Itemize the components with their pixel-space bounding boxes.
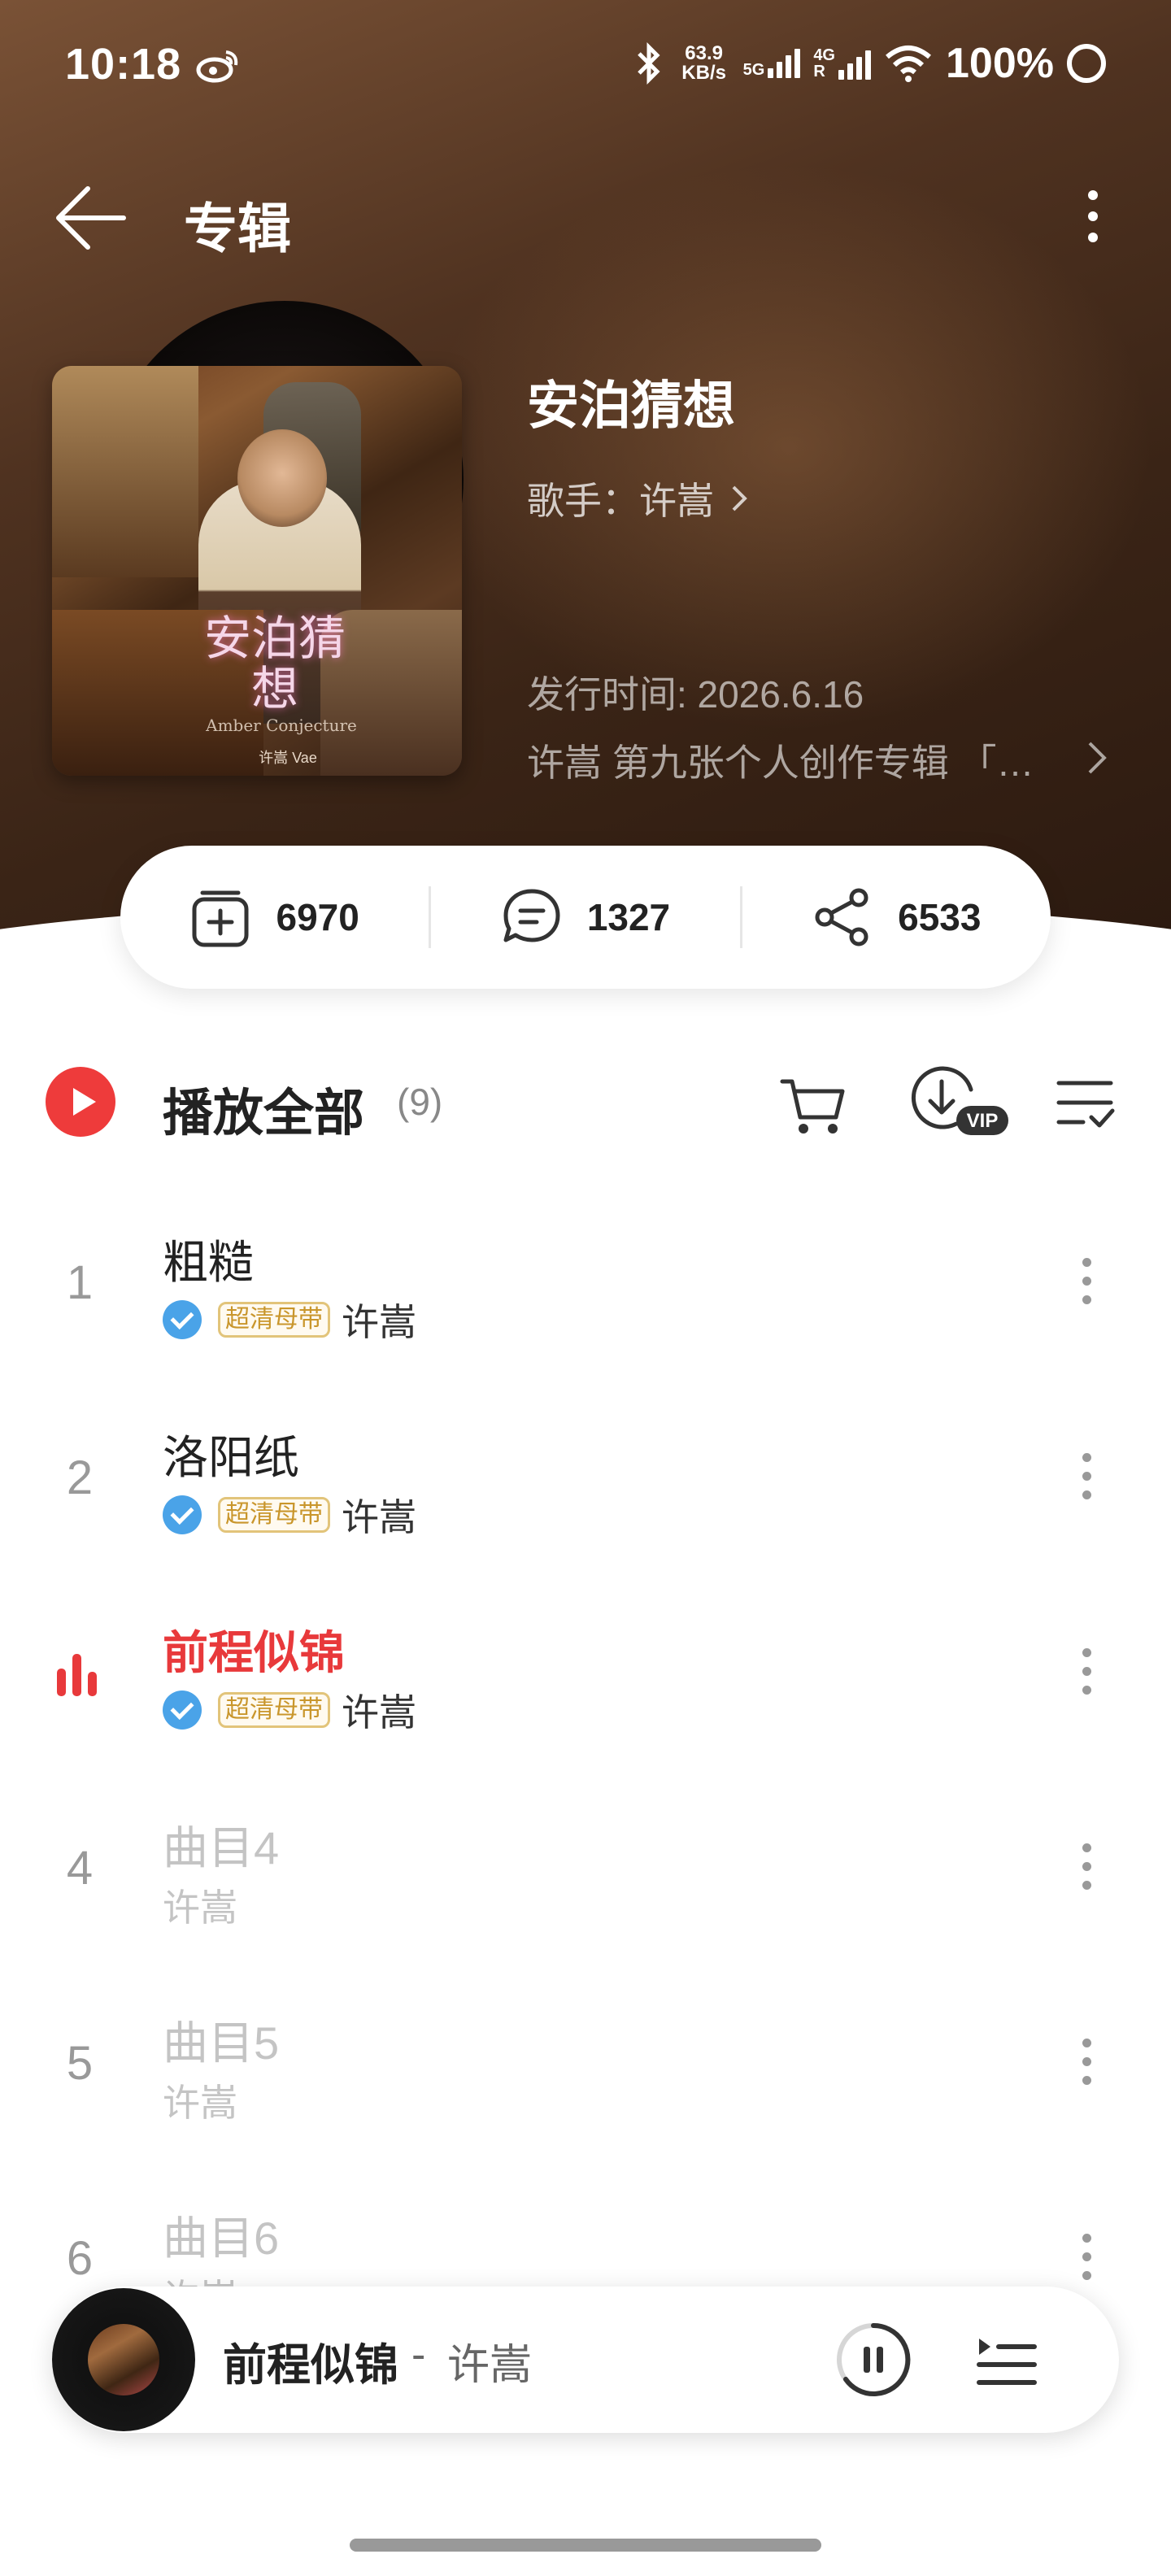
now-playing-disc[interactable]	[52, 2288, 195, 2431]
album-title: 安泊猜想	[527, 376, 735, 435]
collect-count: 6970	[276, 896, 359, 938]
now-playing-title: 前程似锦	[223, 2341, 398, 2390]
verified-check-icon	[163, 1300, 202, 1339]
track-artist: 许嵩	[342, 1301, 416, 1343]
now-playing-separator: -	[411, 2331, 426, 2378]
track-row-unavailable[interactable]: 5 曲目5 许嵩	[0, 1968, 1171, 2163]
comment-count: 1327	[586, 896, 671, 938]
track-title: 洛阳纸	[163, 1432, 299, 1483]
svg-text:VIP: VIP	[967, 1110, 999, 1132]
artist-link[interactable]: 歌手：许嵩	[527, 472, 751, 525]
track-more-icon[interactable]	[1070, 2228, 1103, 2293]
track-meta: 超清母带 许嵩	[163, 1683, 416, 1737]
battery-level: 100%	[946, 40, 1054, 87]
add-collection-icon	[192, 890, 249, 947]
track-row-unavailable[interactable]: 4 曲目4 许嵩	[0, 1773, 1171, 1968]
verified-check-icon	[163, 1495, 202, 1534]
comment-button[interactable]: 1327	[431, 846, 739, 989]
track-number: 6	[66, 2232, 94, 2285]
track-meta: 超清母带 许嵩	[163, 1293, 416, 1347]
mini-player[interactable]: 前程似锦 - 许嵩	[52, 2287, 1119, 2433]
cover-artist: 许嵩 Vae	[259, 750, 317, 766]
collect-button[interactable]: 6970	[120, 846, 429, 989]
wifi-icon	[886, 46, 931, 82]
share-icon	[815, 888, 868, 946]
track-more-icon[interactable]	[1070, 1252, 1103, 1317]
album-stats-bar: 6970 1327 6533	[120, 846, 1051, 989]
track-artist: 许嵩	[163, 1886, 237, 1929]
track-row-playing[interactable]: 前程似锦 超清母带 许嵩	[0, 1577, 1171, 1773]
cover-subtitle: Amber Conjecture	[206, 716, 357, 735]
cover-title: 安泊猜想	[203, 611, 346, 716]
battery-icon	[1067, 44, 1106, 83]
track-row[interactable]: 2 洛阳纸 超清母带 许嵩	[0, 1382, 1171, 1577]
comment-icon	[503, 889, 560, 942]
status-time: 10:18	[65, 40, 182, 89]
track-title: 粗糙	[163, 1237, 254, 1288]
release-date: 发行时间: 2026.6.16	[527, 673, 864, 716]
track-count: (9)	[397, 1081, 443, 1123]
net-speed: 63.9 KB/s	[681, 42, 726, 84]
chevron-right-icon	[732, 485, 747, 511]
track-meta: 许嵩	[163, 1878, 237, 1932]
track-number: 1	[66, 1256, 94, 1309]
track-title: 曲目6	[163, 2213, 280, 2264]
track-more-icon[interactable]	[1070, 1643, 1103, 1708]
multi-select-icon[interactable]	[1054, 1065, 1116, 1140]
quality-badge: 超清母带	[218, 1302, 330, 1338]
track-more-icon[interactable]	[1070, 1447, 1103, 1512]
artist-label: 歌手：许嵩	[527, 480, 714, 522]
track-more-icon[interactable]	[1070, 1838, 1103, 1903]
track-artist: 许嵩	[163, 2082, 237, 2124]
bluetooth-icon	[637, 41, 660, 85]
playlist-queue-icon[interactable]	[976, 2332, 1038, 2389]
signal-sim1-icon: 5G	[743, 49, 801, 78]
album-cover[interactable]: 安泊猜想 Amber Conjecture 许嵩 Vae	[52, 366, 462, 776]
play-all-icon[interactable]	[46, 1067, 115, 1137]
pause-icon[interactable]	[834, 2321, 912, 2399]
track-meta: 许嵩	[163, 2073, 237, 2127]
track-title: 曲目5	[163, 2017, 280, 2069]
album-description[interactable]: 许嵩 第九张个人创作专辑 「…	[527, 733, 1096, 787]
back-arrow-icon[interactable]	[54, 184, 128, 252]
chevron-right-icon[interactable]	[1085, 738, 1109, 777]
track-number: 2	[66, 1451, 94, 1504]
track-number: 5	[66, 2037, 94, 2090]
track-artist: 许嵩	[342, 1496, 416, 1538]
signal-sim2-icon: 4G R	[813, 47, 871, 80]
track-title: 曲目4	[163, 1822, 280, 1873]
share-count: 6533	[898, 896, 982, 938]
play-all-label[interactable]: 播放全部	[163, 1072, 364, 1145]
status-bar: 10:18 63.9 KB/s 5G 4G R 100%	[0, 0, 1171, 130]
home-indicator[interactable]	[350, 2539, 821, 2552]
now-playing-equalizer-icon	[57, 1647, 102, 1696]
track-row[interactable]: 1 粗糙 超清母带 许嵩	[0, 1187, 1171, 1382]
verified-check-icon	[163, 1690, 202, 1730]
quality-badge: 超清母带	[218, 1692, 330, 1728]
weibo-icon	[196, 50, 238, 83]
vip-download-icon[interactable]: VIP	[908, 1065, 1010, 1140]
quality-badge: 超清母带	[218, 1497, 330, 1533]
track-number: 4	[66, 1842, 94, 1895]
cart-icon[interactable]	[777, 1065, 851, 1140]
share-button[interactable]: 6533	[742, 846, 1051, 989]
track-artist: 许嵩	[342, 1691, 416, 1734]
track-meta: 超清母带 许嵩	[163, 1488, 416, 1542]
track-title: 前程似锦	[163, 1627, 345, 1678]
more-options-icon[interactable]	[1070, 182, 1116, 252]
track-more-icon[interactable]	[1070, 2033, 1103, 2098]
page-title: 专辑	[184, 198, 291, 259]
now-playing-artist: 许嵩	[447, 2342, 533, 2389]
